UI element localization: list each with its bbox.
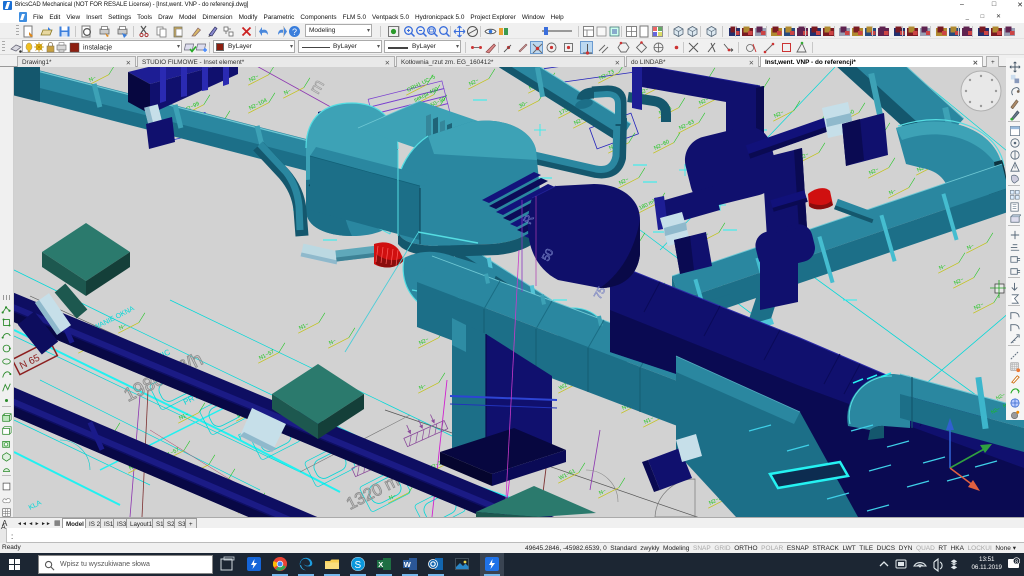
svg-text:8: 8 bbox=[1015, 560, 1018, 566]
svg-text:instalacje: instalacje bbox=[83, 45, 112, 52]
svg-text:?: ? bbox=[292, 27, 297, 37]
svg-text:X: X bbox=[378, 560, 383, 569]
svg-text:W: W bbox=[404, 560, 412, 569]
svg-text:S: S bbox=[355, 560, 362, 571]
